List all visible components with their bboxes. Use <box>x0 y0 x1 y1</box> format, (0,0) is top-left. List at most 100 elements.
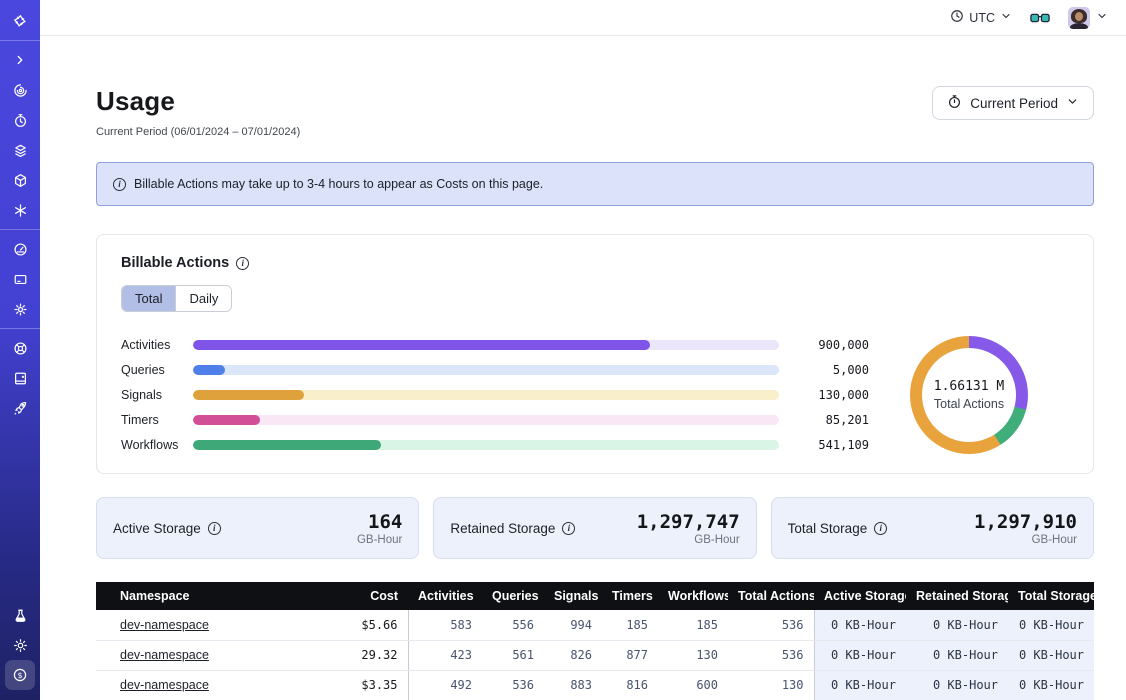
activities-cell: 423 <box>408 640 482 670</box>
storage-cards: Active Storage i 164 GB-Hour Retained St… <box>96 497 1094 559</box>
col-workflows: Workflows <box>658 582 728 610</box>
activities-cell: 492 <box>408 670 482 700</box>
info-icon: i <box>113 178 126 191</box>
bar-value: 900,000 <box>789 338 869 352</box>
donut-total-label: Total Actions <box>934 397 1004 411</box>
bar-value: 541,109 <box>789 438 869 452</box>
timers-cell: 816 <box>602 670 658 700</box>
usage-dollar-icon[interactable]: $ <box>5 660 35 690</box>
namespaces-icon[interactable] <box>5 75 35 105</box>
sidebar-divider <box>0 328 40 329</box>
bar-chart: Activities 900,000 Queries 5,000 <box>113 332 869 457</box>
storage-card-label: Retained Storage i <box>450 521 575 536</box>
col-cost: Cost <box>322 582 408 610</box>
user-avatar <box>1068 7 1090 29</box>
page-subtitle: Current Period (06/01/2024 – 07/01/2024) <box>96 126 300 138</box>
retained-storage-cell: 0 KB-Hour <box>906 640 1008 670</box>
total-storage-cell: 0 KB-Hour <box>1008 640 1094 670</box>
task-queues-icon[interactable] <box>5 135 35 165</box>
signals-cell: 826 <box>544 640 602 670</box>
sidebar-divider <box>0 229 40 230</box>
settings-gear-icon[interactable] <box>5 294 35 324</box>
schedules-icon[interactable] <box>5 105 35 135</box>
active-storage-cell: 0 KB-Hour <box>814 670 906 700</box>
storage-card-value: 1,297,910 <box>974 511 1077 533</box>
stopwatch-icon <box>947 94 962 112</box>
workflows-cell: 600 <box>658 670 728 700</box>
labs-flask-icon[interactable] <box>5 600 35 630</box>
retained-storage-cell: 0 KB-Hour <box>906 670 1008 700</box>
account-menu[interactable] <box>1068 7 1108 29</box>
docs-book-icon[interactable] <box>5 363 35 393</box>
timers-cell: 185 <box>602 610 658 640</box>
sidebar: $ <box>0 0 40 700</box>
cost-cell: 29.32 <box>322 640 408 670</box>
bar-label: Signals <box>121 388 193 402</box>
table-row: dev-namespace 29.32 423 561 826 877 130 … <box>96 640 1094 670</box>
storage-card-unit: GB-Hour <box>974 534 1077 546</box>
bar-label: Queries <box>121 363 193 377</box>
bar-row-workflows: Workflows 541,109 <box>121 432 869 457</box>
namespace-link[interactable]: dev-namespace <box>120 618 209 632</box>
namespace-link[interactable]: dev-namespace <box>120 648 209 662</box>
storage-card-unit: GB-Hour <box>357 534 402 546</box>
table-row: dev-namespace $5.66 583 556 994 185 185 … <box>96 610 1094 640</box>
namespace-link[interactable]: dev-namespace <box>120 678 209 692</box>
tab-total[interactable]: Total <box>122 286 175 311</box>
deployments-icon[interactable] <box>5 165 35 195</box>
total-actions-donut: 1.66131 M Total Actions <box>910 336 1028 454</box>
total-storage-cell: 0 KB-Hour <box>1008 670 1094 700</box>
period-selector-button[interactable]: Current Period <box>932 86 1094 120</box>
bar-track <box>193 390 779 400</box>
chevron-right-icon[interactable] <box>5 45 35 75</box>
total-actions-cell: 536 <box>728 610 814 640</box>
usage-gauge-icon[interactable] <box>5 234 35 264</box>
info-icon[interactable]: i <box>208 522 221 535</box>
billing-card-icon[interactable] <box>5 264 35 294</box>
storage-card-value: 1,297,747 <box>637 511 740 533</box>
info-icon[interactable]: i <box>236 257 249 270</box>
namespace-usage-table-wrap: Namespace Cost Activities Queries Signal… <box>96 582 1094 700</box>
theme-sun-icon[interactable] <box>5 630 35 660</box>
getting-started-rocket-icon[interactable] <box>5 393 35 423</box>
active-storage-cell: 0 KB-Hour <box>814 640 906 670</box>
info-banner-text: Billable Actions may take up to 3-4 hour… <box>134 177 543 191</box>
info-banner: i Billable Actions may take up to 3-4 ho… <box>96 162 1094 206</box>
activities-cell: 583 <box>408 610 482 640</box>
glasses-icon[interactable] <box>1030 11 1050 25</box>
table-row: dev-namespace $3.35 492 536 883 816 600 … <box>96 670 1094 700</box>
sidebar-divider <box>0 40 40 41</box>
total-actions-cell: 130 <box>728 670 814 700</box>
storage-card-label: Active Storage i <box>113 521 221 536</box>
signals-cell: 883 <box>544 670 602 700</box>
table-header-row: Namespace Cost Activities Queries Signal… <box>96 582 1094 610</box>
support-lifebuoy-icon[interactable] <box>5 333 35 363</box>
bar-row-queries: Queries 5,000 <box>121 357 869 382</box>
bar-label: Workflows <box>121 438 193 452</box>
bar-track <box>193 340 779 350</box>
bar-value: 130,000 <box>789 388 869 402</box>
tab-daily[interactable]: Daily <box>175 286 231 311</box>
info-icon[interactable]: i <box>562 522 575 535</box>
bar-value: 85,201 <box>789 413 869 427</box>
period-selector-label: Current Period <box>970 96 1058 111</box>
temporal-logo-icon[interactable] <box>5 6 35 36</box>
active-storage-card: Active Storage i 164 GB-Hour <box>96 497 419 559</box>
donut-chart-box: 1.66131 M Total Actions <box>869 332 1069 457</box>
col-queries: Queries <box>482 582 544 610</box>
timezone-selector[interactable]: UTC <box>950 9 1012 26</box>
total-storage-card: Total Storage i 1,297,910 GB-Hour <box>771 497 1094 559</box>
page-title: Usage <box>96 86 300 117</box>
nexus-asterisk-icon[interactable] <box>5 195 35 225</box>
topbar: UTC <box>40 0 1126 36</box>
info-icon[interactable]: i <box>874 522 887 535</box>
col-total-storage: Total Storage <box>1008 582 1094 610</box>
col-active-storage: Active Storage <box>814 582 906 610</box>
billable-chart: Activities 900,000 Queries 5,000 <box>113 332 1069 457</box>
chevron-down-icon <box>1000 10 1012 25</box>
cost-cell: $3.35 <box>322 670 408 700</box>
queries-cell: 561 <box>482 640 544 670</box>
col-timers: Timers <box>602 582 658 610</box>
namespace-usage-table: Namespace Cost Activities Queries Signal… <box>96 582 1094 700</box>
active-storage-cell: 0 KB-Hour <box>814 610 906 640</box>
